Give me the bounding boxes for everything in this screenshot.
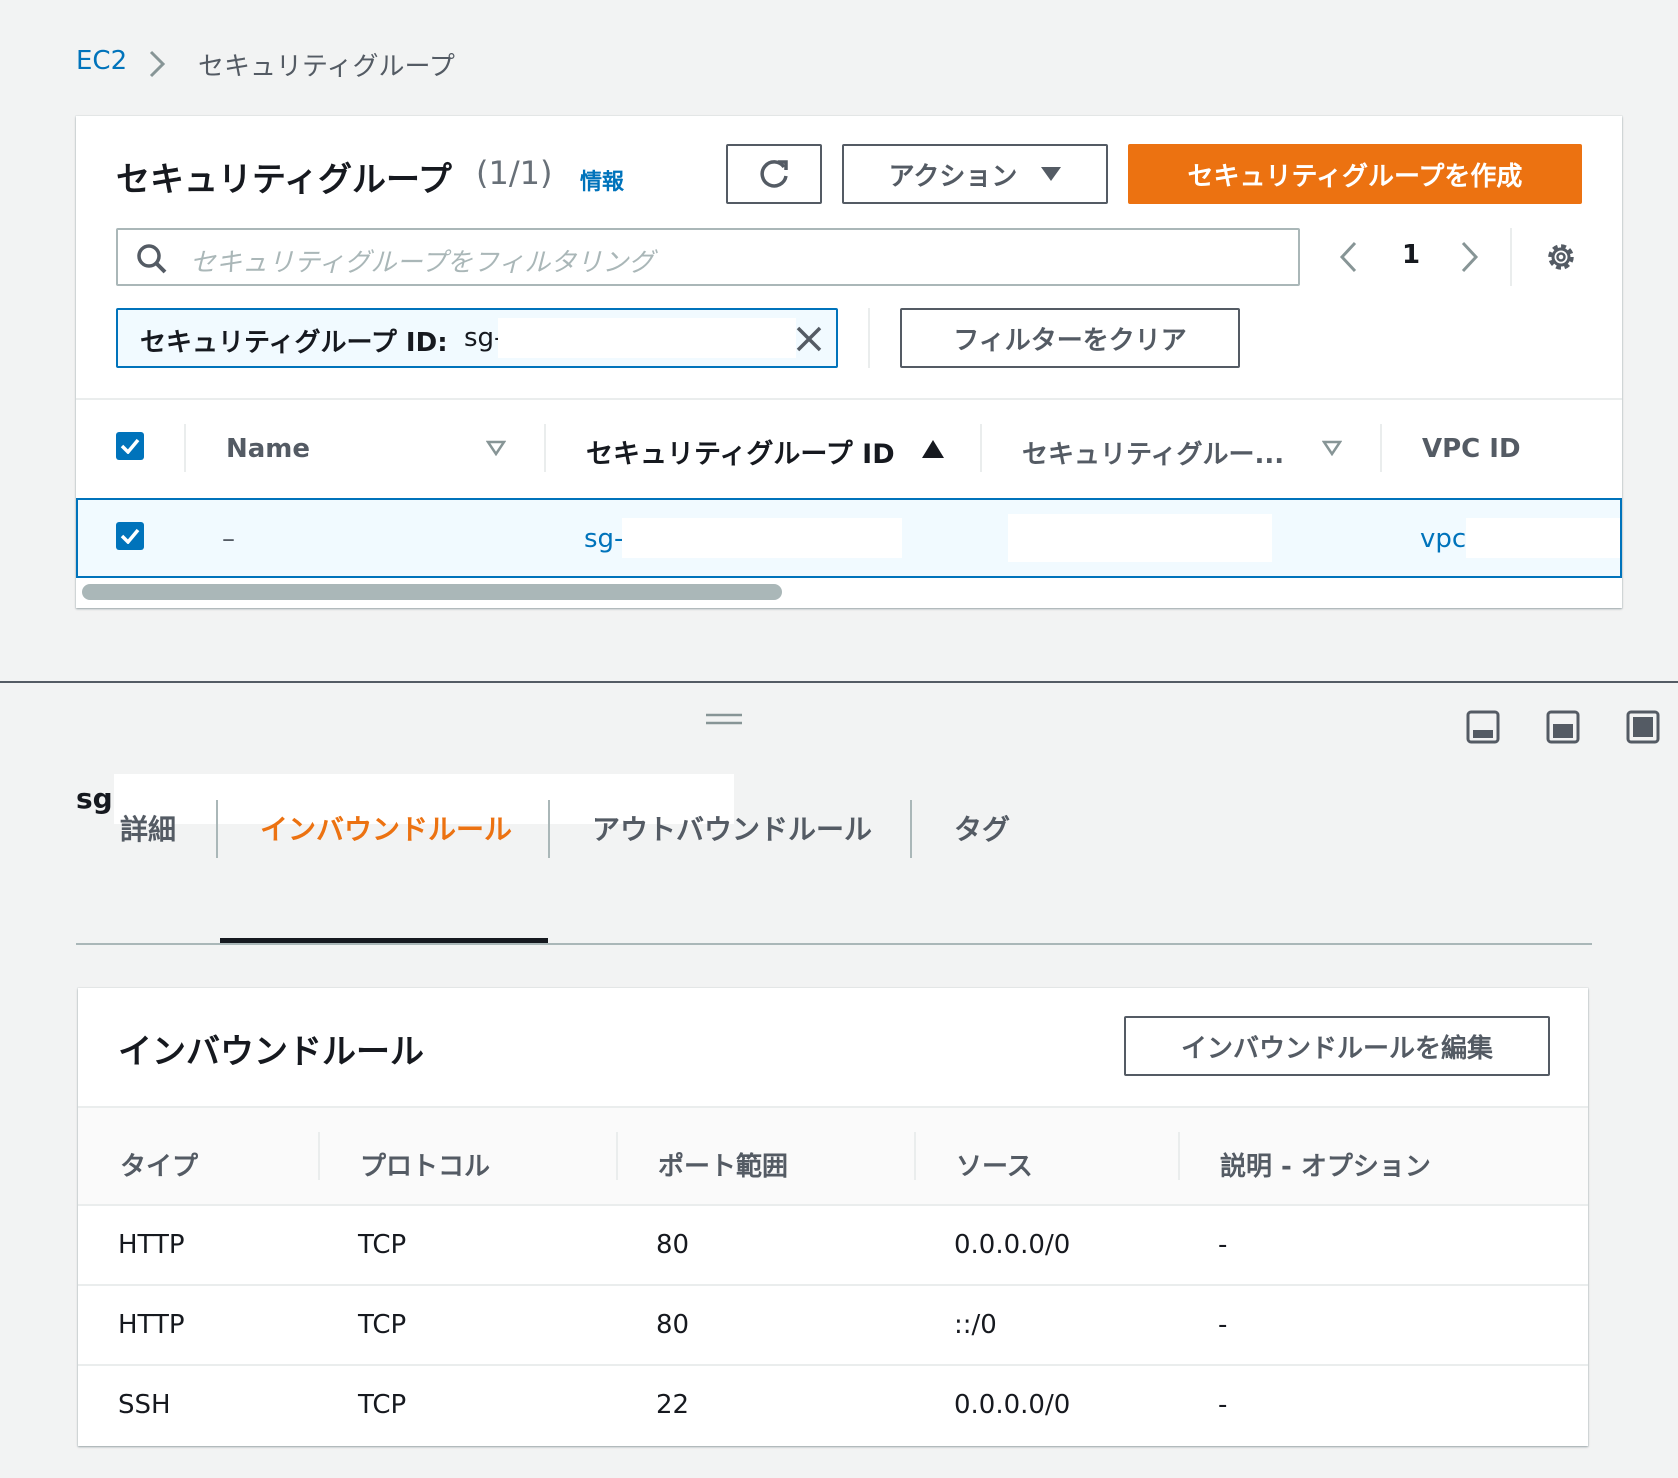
divider (78, 1204, 1588, 1206)
page-title: セキュリティグループ (116, 160, 452, 200)
edit-inbound-rules-button[interactable]: インバウンドルールを編集 (1124, 1016, 1550, 1076)
drag-handle-icon[interactable] (706, 712, 742, 726)
row-vpc-id-link[interactable]: vpc (1420, 524, 1466, 554)
filter-caret-icon[interactable] (1322, 440, 1342, 456)
close-icon[interactable] (794, 324, 824, 354)
refresh-button[interactable] (726, 144, 822, 204)
redacted-mask (498, 318, 796, 358)
column-sg-id[interactable]: セキュリティグループ ID (586, 432, 895, 471)
selection-count: (1/1) (476, 154, 553, 192)
gear-icon[interactable] (1544, 240, 1578, 274)
checkbox-icon (120, 438, 140, 454)
rule-source: ::/0 (954, 1310, 997, 1340)
breadcrumb-current: セキュリティグループ (198, 52, 455, 82)
tab-tags[interactable]: タグ (954, 808, 1010, 848)
column-description[interactable]: 説明 - オプション (1220, 1146, 1431, 1183)
divider (868, 308, 870, 368)
divider (616, 1132, 618, 1180)
divider (216, 800, 218, 858)
divider (548, 800, 550, 858)
rule-description: - (1218, 1310, 1228, 1340)
filter-caret-icon[interactable] (486, 440, 506, 456)
horizontal-scrollbar[interactable] (82, 584, 782, 600)
rule-protocol: TCP (358, 1310, 407, 1340)
column-source[interactable]: ソース (956, 1146, 1033, 1183)
sort-asc-icon[interactable] (922, 440, 944, 458)
search-placeholder: セキュリティグループをフィルタリング (190, 248, 655, 278)
tab-outbound-rules[interactable]: アウトバウンドルール (592, 808, 872, 848)
filter-token-key: セキュリティグループ ID: (140, 328, 448, 358)
rule-port: 80 (656, 1230, 690, 1260)
row-checkbox[interactable] (116, 522, 144, 550)
column-protocol[interactable]: プロトコル (360, 1146, 490, 1183)
layout-bottom-icon[interactable] (1466, 710, 1500, 744)
refresh-icon (756, 156, 792, 192)
redacted-mask (1466, 518, 1620, 558)
rule-source: 0.0.0.0/0 (954, 1390, 1071, 1420)
divider (544, 424, 546, 472)
rule-port: 80 (656, 1310, 690, 1340)
rule-type: SSH (118, 1390, 171, 1420)
divider (1510, 228, 1512, 286)
split-divider (0, 681, 1678, 683)
chevron-left-icon[interactable] (1338, 240, 1358, 274)
rule-protocol: TCP (358, 1390, 407, 1420)
tab-inbound-rules[interactable]: インバウンドルール (260, 808, 512, 848)
chevron-right-icon[interactable] (1460, 240, 1480, 274)
select-all-checkbox[interactable] (116, 432, 144, 460)
create-security-group-button[interactable]: セキュリティグループを作成 (1128, 144, 1582, 204)
caret-down-icon (1041, 167, 1062, 181)
rule-description: - (1218, 1230, 1228, 1260)
divider (318, 1132, 320, 1180)
filter-token[interactable]: セキュリティグループ ID: sg- (116, 308, 838, 368)
divider (1178, 1132, 1180, 1180)
divider (76, 398, 1622, 400)
redacted-mask (622, 518, 902, 558)
tab-details[interactable]: 詳細 (120, 808, 176, 848)
divider (78, 1364, 1588, 1366)
divider (78, 1284, 1588, 1286)
rule-type: HTTP (118, 1230, 185, 1260)
row-sg-id-link[interactable]: sg- (584, 524, 623, 554)
actions-dropdown[interactable]: アクション (842, 144, 1108, 204)
actions-label: アクション (888, 161, 1018, 192)
search-input[interactable]: セキュリティグループをフィルタリング (116, 228, 1300, 286)
divider (980, 424, 982, 472)
row-name: – (222, 524, 235, 554)
rule-source: 0.0.0.0/0 (954, 1230, 1071, 1260)
divider (914, 1132, 916, 1180)
tabs-underline (76, 943, 1592, 945)
page-number[interactable]: 1 (1402, 240, 1420, 270)
chevron-right-icon (148, 50, 166, 78)
column-type[interactable]: タイプ (120, 1146, 198, 1183)
redacted-mask (1008, 514, 1272, 562)
checkbox-icon (120, 528, 140, 544)
rule-description: - (1218, 1390, 1228, 1420)
divider (184, 424, 186, 472)
rule-port: 22 (656, 1390, 690, 1420)
column-port-range[interactable]: ポート範囲 (658, 1146, 788, 1183)
section-title: インバウンドルール (118, 1032, 424, 1072)
info-link[interactable]: 情報 (580, 164, 624, 196)
divider (1380, 424, 1382, 472)
column-sg-name[interactable]: セキュリティグルー... (1022, 434, 1284, 471)
divider (910, 800, 912, 858)
layout-full-icon[interactable] (1626, 710, 1660, 744)
column-vpc-id[interactable]: VPC ID (1422, 434, 1521, 464)
breadcrumb-ec2-link[interactable]: EC2 (76, 46, 127, 76)
search-icon (136, 243, 168, 275)
clear-filters-button[interactable]: フィルターをクリア (900, 308, 1240, 368)
column-name[interactable]: Name (226, 434, 310, 464)
rule-type: HTTP (118, 1310, 185, 1340)
layout-side-icon[interactable] (1546, 710, 1580, 744)
rule-protocol: TCP (358, 1230, 407, 1260)
